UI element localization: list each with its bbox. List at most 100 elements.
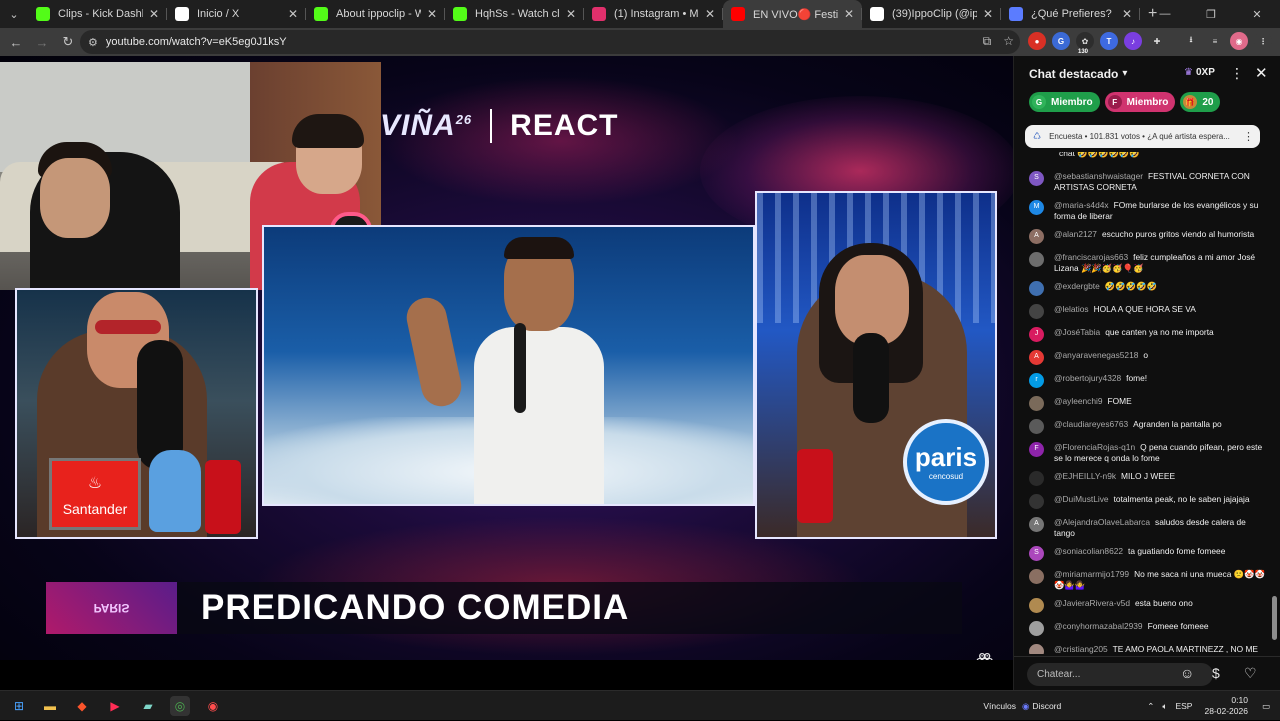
chat-message[interactable]: @miriamarmijo1799 No me saca ni una mueca… [1014, 569, 1273, 590]
video-player[interactable]: VIÑA26 REACT ♨ Santander paris cencosud … [0, 56, 1013, 660]
message-author[interactable]: @cristiang205 [1054, 644, 1108, 654]
avatar[interactable] [1029, 396, 1044, 411]
chat-message[interactable]: @ayleenchi9 FOME [1014, 396, 1273, 411]
avatar[interactable]: J [1029, 327, 1044, 342]
avatar[interactable] [1029, 598, 1044, 613]
chat-message[interactable]: @lelatios HOLA A QUE HORA SE VA [1014, 304, 1273, 319]
chat-scrollbar[interactable] [1272, 596, 1277, 640]
message-author[interactable]: @sebastianshwaistager [1054, 171, 1143, 181]
browser-tab[interactable]: ¿Qué Prefieres? ¡Juega en ✕ [1001, 0, 1140, 28]
back-icon[interactable]: ← [4, 30, 28, 54]
chat-message[interactable]: A @alan2127 escucho puros gritos viendo al… [1014, 229, 1273, 244]
message-author[interactable]: @claudiareyes6763 [1054, 419, 1128, 429]
message-author[interactable]: @miriamarmijo1799 [1054, 569, 1129, 579]
super-chat-icon[interactable]: $ [1212, 665, 1220, 681]
chat-message[interactable]: F @FlorenciaRojas-q1n Q pena cuando pifean… [1014, 442, 1273, 463]
message-author[interactable]: @soniacolian8622 [1054, 546, 1123, 556]
message-author[interactable]: @JoséTabia [1054, 327, 1100, 337]
emoji-icon[interactable]: ☺ [1180, 665, 1194, 681]
chrome-icon[interactable]: ◎ [170, 696, 190, 716]
avatar[interactable] [1029, 569, 1044, 584]
browser-tab[interactable]: EN VIVO🔴 Festival d ✕ [723, 0, 862, 28]
chat-message[interactable]: @cristiang205 TE AMO PAOLA MARTINEZZ , NO… [1014, 644, 1273, 654]
tab-close-icon[interactable]: ✕ [149, 7, 159, 21]
chat-message[interactable]: A @anyaravenegas5218 o [1014, 350, 1273, 365]
avatar[interactable] [1029, 304, 1044, 319]
tab-close-icon[interactable]: ✕ [288, 7, 298, 21]
heart-icon[interactable]: ♡ [1244, 665, 1257, 682]
notification-icon[interactable]: ▭ [1262, 701, 1270, 712]
message-author[interactable]: @DuiMustLive [1054, 494, 1109, 504]
close-icon[interactable]: ✕ [1255, 64, 1268, 82]
address-bar[interactable]: ⚙ youtube.com/watch?v=eK5eg0J1ksY ⧉ ☆ [80, 30, 1020, 54]
avatar[interactable] [1029, 419, 1044, 434]
chat-message[interactable]: @EJHEILLY-n9k MILO J WEEE [1014, 471, 1273, 486]
avatar[interactable]: A [1029, 229, 1044, 244]
extensions-puzzle-icon[interactable]: ✚ [1148, 32, 1166, 50]
tab-close-icon[interactable]: ✕ [844, 7, 854, 21]
member-chip[interactable]: F Miembro [1104, 92, 1176, 112]
volume-icon[interactable]: 🔈︎ [1162, 701, 1167, 712]
member-chip[interactable]: G Miembro [1029, 92, 1100, 112]
extension-counter-icon[interactable]: ✿ 130 [1076, 32, 1094, 55]
avatar[interactable]: S [1029, 546, 1044, 561]
browser-tab[interactable]: About ippoclip - Watch L ✕ [306, 0, 445, 28]
message-author[interactable]: @AlejandraOlaveLabarca [1054, 517, 1150, 527]
browser-tab[interactable]: (1) Instagram • Mensajes ✕ [584, 0, 723, 28]
tab-close-icon[interactable]: ✕ [983, 7, 993, 21]
language-indicator[interactable]: ESP [1175, 701, 1192, 711]
xp-badge[interactable]: ♛ 0XP [1184, 67, 1215, 78]
message-author[interactable]: @conyhormazabal2939 [1054, 621, 1143, 631]
chat-message[interactable]: @conyhormazabal2939 Fomeee fomeee [1014, 621, 1273, 636]
chat-message[interactable]: @franciscarojas663 feliz cumpleaños a mi … [1014, 252, 1273, 273]
message-author[interactable]: @FlorenciaRojas-q1n [1054, 442, 1135, 452]
message-author[interactable]: @franciscarojas663 [1054, 252, 1128, 262]
poll-banner[interactable]: ♺ Encuesta • 101.831 votos • ¿A qué arti… [1025, 125, 1260, 148]
chat-message[interactable]: @claudiareyes6763 Agranden la pantalla po [1014, 419, 1273, 434]
discord-label[interactable]: Discord [1032, 701, 1061, 711]
bookmark-star-icon[interactable]: ☆ [1003, 34, 1014, 49]
avatar[interactable] [1029, 471, 1044, 486]
minimize-icon[interactable]: — [1142, 0, 1188, 28]
browser-tab[interactable]: HqhSs - Watch clips o ✕ [445, 0, 584, 28]
browser-tab[interactable]: Clips - Kick Dashboard ✕ [28, 0, 167, 28]
message-author[interactable]: @alan2127 [1054, 229, 1097, 239]
member-chip[interactable]: 🎁 20 [1180, 92, 1221, 112]
avatar[interactable]: A [1029, 517, 1044, 532]
chat-message[interactable]: S @sebastianshwaistager FESTIVAL CORNETA C… [1014, 171, 1273, 192]
reading-list-icon[interactable]: ≡ [1206, 32, 1224, 50]
message-author[interactable]: @lelatios [1054, 304, 1089, 314]
tab-close-icon[interactable]: ✕ [427, 7, 437, 21]
site-info-icon[interactable]: ⚙ [88, 36, 98, 49]
forward-icon[interactable]: → [30, 30, 54, 54]
avatar[interactable]: M [1029, 200, 1044, 215]
chat-menu-icon[interactable]: ⋮ [1230, 65, 1244, 82]
avatar[interactable] [1029, 621, 1044, 636]
obs-icon[interactable]: ◉ [203, 696, 223, 716]
avatar[interactable] [1029, 281, 1044, 296]
chat-message[interactable]: M @maria-s4d4x FOme burlarse de los evangé… [1014, 200, 1273, 221]
chat-message[interactable]: @JavieraRivera-v5d esta bueno ono [1014, 598, 1273, 613]
profile-avatar[interactable]: ◉ [1230, 32, 1248, 50]
chat-message[interactable]: r @robertojury4328 fome! [1014, 373, 1273, 388]
browser-menu-icon[interactable]: ⋮ [1254, 32, 1272, 50]
avatar[interactable] [1029, 644, 1044, 654]
discord-icon[interactable]: ◉ [1022, 701, 1029, 712]
avatar[interactable] [1029, 494, 1044, 509]
message-author[interactable]: @EJHEILLY-n9k [1054, 471, 1116, 481]
chat-message[interactable]: @exdergbte 🤣🤣🤣🤣🤣 [1014, 281, 1273, 296]
chevron-down-icon[interactable]: ▾ [1122, 68, 1127, 79]
close-window-icon[interactable]: ✕ [1234, 0, 1280, 28]
avatar[interactable]: F [1029, 442, 1044, 457]
reload-icon[interactable]: ↻ [56, 30, 80, 54]
avatar[interactable] [1029, 252, 1044, 267]
chat-message[interactable]: J @JoséTabia que canten ya no me importa [1014, 327, 1273, 342]
restore-icon[interactable]: ❐ [1188, 0, 1234, 28]
chevron-up-icon[interactable]: ⌃ [1147, 701, 1154, 712]
message-author[interactable]: @maria-s4d4x [1054, 200, 1109, 210]
cast-icon[interactable]: ⧉ [983, 34, 992, 49]
extension-twitch-icon[interactable]: ♪ [1124, 32, 1142, 50]
chat-message[interactable]: A @AlejandraOlaveLabarca saludos desde cal… [1014, 517, 1273, 538]
notepad-icon[interactable]: ▰ [138, 696, 158, 716]
chat-message[interactable]: chat 🤣🤣🤣🤣🤣🤣 [1014, 152, 1273, 163]
